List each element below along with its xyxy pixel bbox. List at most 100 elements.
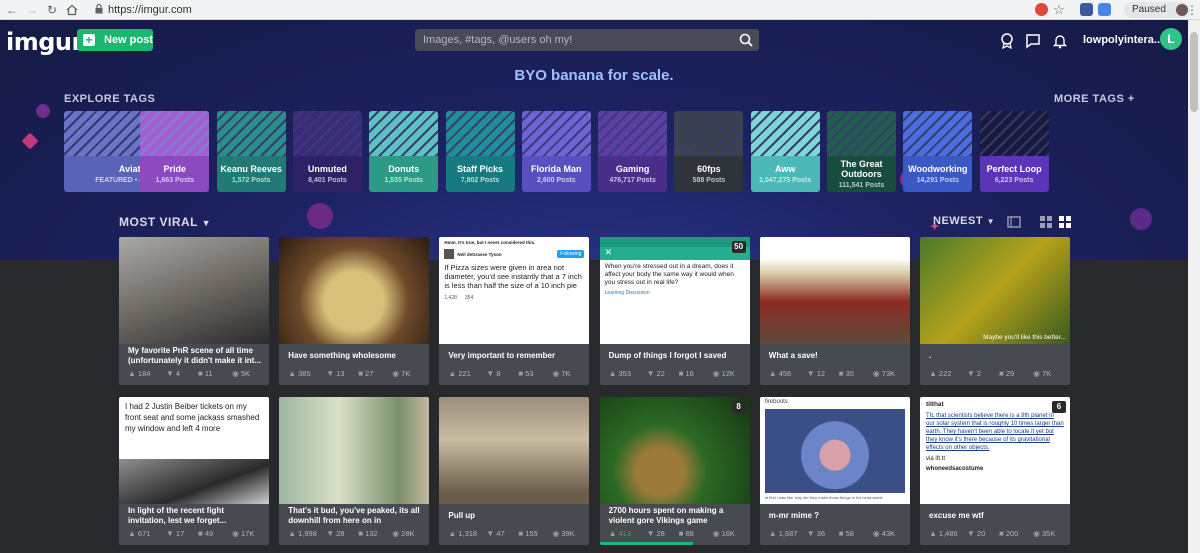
tag-tile[interactable]: Gaming 476,717 Posts	[598, 111, 668, 192]
post-stat-down[interactable]: ▼ 8	[486, 369, 500, 378]
post-stat-down[interactable]: ▼ 28	[326, 529, 344, 538]
post-card[interactable]: ✕ When you're stressed out in a dream, d…	[599, 237, 750, 385]
post-stat-down[interactable]: ▼ 28	[647, 529, 665, 538]
post-title[interactable]: 2700 hours spent on making a violent gor…	[609, 505, 743, 527]
post-thumbnail[interactable]: I had 2 Justin Beiber tickets on my fron…	[119, 397, 269, 504]
post-stat-up[interactable]: ▲ 671	[128, 529, 150, 538]
tag-tile[interactable]: Keanu Reeves 1,572 Posts	[216, 111, 286, 192]
post-stat-up[interactable]: ▲ 413	[609, 529, 631, 538]
messages-icon[interactable]	[1025, 33, 1041, 49]
post-thumbnail[interactable]	[119, 237, 269, 344]
post-thumbnail[interactable]	[279, 397, 430, 504]
post-title[interactable]: Very important to remember	[448, 345, 582, 367]
post-title[interactable]: My favorite PnR scene of all time (unfor…	[128, 345, 262, 367]
search-input[interactable]	[415, 29, 725, 51]
tag-tile[interactable]: Pride 1,663 Posts	[140, 111, 210, 192]
post-title[interactable]: In light of the recent fight invitation,…	[128, 505, 262, 527]
sort-section-dropdown[interactable]: MOST VIRAL ▼	[119, 215, 211, 229]
post-stat-up[interactable]: ▲ 1,998	[288, 529, 317, 538]
post-stat-up[interactable]: ▲ 1,486	[929, 529, 958, 538]
post-thumbnail[interactable]: Maybe you'll like this better...	[920, 237, 1070, 344]
post-card[interactable]: That's it bud, you've peaked, its all do…	[279, 397, 430, 545]
post-stat-down[interactable]: ▼ 17	[166, 529, 184, 538]
post-stat-down[interactable]: ▼ 12	[807, 369, 825, 378]
tag-tile[interactable]: The Great Outdoors 111,541 Posts	[827, 111, 896, 192]
more-tags-link[interactable]: MORE TAGS +	[1054, 93, 1135, 105]
scrollbar-thumb[interactable]	[1190, 32, 1198, 112]
post-card[interactable]: Pull up ▲ 1,318 ▼ 47 ■ 155 ◉ 39K	[439, 397, 590, 545]
post-stat-up[interactable]: ▲ 221	[448, 369, 470, 378]
post-stat-down[interactable]: ▼ 47	[486, 529, 504, 538]
post-title[interactable]: What a save!	[769, 345, 903, 367]
post-stat-down[interactable]: ▼ 22	[647, 369, 665, 378]
page-scrollbar[interactable]	[1188, 20, 1200, 553]
post-title[interactable]: That's it bud, you've peaked, its all do…	[288, 505, 422, 527]
post-card[interactable]: What a save! ▲ 456 ▼ 12 ■ 35 ◉ 73K	[759, 237, 910, 385]
post-thumbnail[interactable]	[439, 397, 590, 504]
post-stat-up[interactable]: ▲ 1,687	[769, 529, 798, 538]
mail-extension-icon[interactable]	[1080, 3, 1093, 16]
post-stat-down[interactable]: ▼ 20	[967, 529, 985, 538]
post-title[interactable]: excuse me wtf	[929, 505, 1063, 527]
user-avatar[interactable]: L	[1160, 28, 1182, 50]
post-card[interactable]: My favorite PnR scene of all time (unfor…	[119, 237, 269, 385]
post-card[interactable]: I had 2 Justin Beiber tickets on my fron…	[119, 397, 269, 545]
browser-menu-icon[interactable]: ⋮	[1186, 2, 1198, 18]
post-thumbnail[interactable]: ✕ When you're stressed out in a dream, d…	[599, 237, 750, 344]
post-thumbnail[interactable]: Hmm. It's true, but I never considered t…	[439, 237, 590, 344]
post-card[interactable]: Hmm. It's true, but I never considered t…	[439, 237, 590, 385]
bookmark-star-icon[interactable]: ☆	[1051, 2, 1067, 18]
post-title[interactable]: Pull up	[448, 505, 582, 527]
post-thumbnail[interactable]	[279, 237, 430, 344]
tag-tile[interactable]: Woodworking 14,291 Posts	[903, 111, 973, 192]
post-thumbnail[interactable]: tilthat TIL that scientists believe ther…	[920, 397, 1070, 504]
translate-extension-icon[interactable]	[1098, 3, 1111, 16]
view-list-icon[interactable]	[1007, 216, 1021, 228]
tag-tile[interactable]: Perfect Loop 6,223 Posts	[979, 111, 1049, 192]
post-title[interactable]: Dump of things I forgot I saved	[609, 345, 743, 367]
post-thumbnail[interactable]: fireboots at first i was like 'why did t…	[759, 397, 910, 504]
username[interactable]: lowpolyintera...	[1083, 34, 1163, 46]
tag-tile[interactable]: 60fps 588 Posts	[674, 111, 744, 192]
post-title[interactable]: m-mr mime ?	[769, 505, 903, 527]
reload-icon[interactable]: ↻	[44, 2, 60, 18]
extension-icon[interactable]	[1035, 3, 1048, 16]
post-stat-down[interactable]: ▼ 4	[166, 369, 180, 378]
post-thumbnail[interactable]	[599, 397, 750, 504]
post-card[interactable]: tilthat TIL that scientists believe ther…	[920, 397, 1070, 545]
post-title[interactable]: .	[929, 345, 1063, 367]
post-title[interactable]: Have something wholesome	[288, 345, 422, 367]
post-stat-up[interactable]: ▲ 222	[929, 369, 951, 378]
view-grid-large-icon[interactable]	[1059, 216, 1071, 228]
post-thumbnail[interactable]	[759, 237, 910, 344]
address-bar[interactable]: https://imgur.com	[108, 4, 192, 16]
tag-tile[interactable]: Donuts 1,535 Posts	[369, 111, 439, 192]
home-icon[interactable]	[64, 2, 80, 18]
post-card[interactable]: 8 2700 hours spent on making a violent go…	[599, 397, 750, 545]
profile-paused-button[interactable]: Paused	[1124, 2, 1190, 18]
post-stat-up[interactable]: ▲ 184	[128, 369, 150, 378]
view-grid-small-icon[interactable]	[1040, 216, 1052, 228]
forward-icon[interactable]: →	[24, 2, 40, 18]
post-stat-down[interactable]: ▼ 2	[967, 369, 981, 378]
imgur-logo[interactable]: imgur	[6, 28, 83, 56]
tag-tile[interactable]: Florida Man 2,600 Posts	[521, 111, 591, 192]
back-icon[interactable]: ←	[4, 2, 20, 18]
sort-order-dropdown[interactable]: NEWEST ▼	[933, 215, 995, 227]
tag-tile[interactable]: Aww 1,047,275 Posts	[750, 111, 820, 192]
trophy-icon[interactable]	[999, 33, 1015, 49]
notifications-bell-icon[interactable]	[1052, 33, 1068, 49]
tag-tile[interactable]: Staff Picks 7,802 Posts	[445, 111, 515, 192]
post-card[interactable]: fireboots at first i was like 'why did t…	[759, 397, 910, 545]
post-stat-down[interactable]: ▼ 13	[326, 369, 344, 378]
post-stat-up[interactable]: ▲ 1,318	[448, 529, 477, 538]
post-card[interactable]: Maybe you'll like this better... . ▲ 222 ▼ 2…	[920, 237, 1070, 385]
post-stat-down[interactable]: ▼ 36	[807, 529, 825, 538]
tag-tile[interactable]: Unmuted 8,401 Posts	[292, 111, 362, 192]
post-card[interactable]: Have something wholesome ▲ 385 ▼ 13 ■ 27 ◉ 7K	[279, 237, 430, 385]
post-stat-up[interactable]: ▲ 353	[609, 369, 631, 378]
search-icon[interactable]	[739, 33, 753, 47]
post-stat-up[interactable]: ▲ 385	[288, 369, 310, 378]
new-post-button[interactable]: + New post	[77, 29, 153, 51]
post-stat-up[interactable]: ▲ 456	[769, 369, 791, 378]
